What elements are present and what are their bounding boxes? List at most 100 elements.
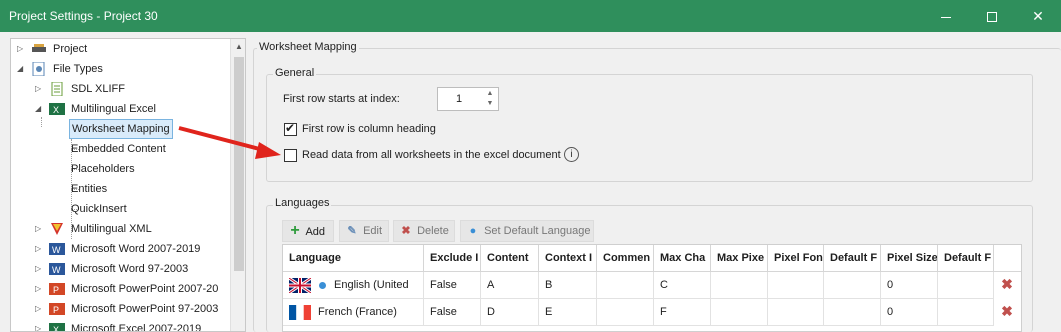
first-row-heading-checkbox[interactable]: ✔	[284, 121, 297, 136]
expand-arrow-icon[interactable]: ▷	[35, 319, 45, 331]
minimize-button[interactable]	[923, 0, 969, 32]
table-cell[interactable]: False	[424, 272, 481, 299]
remove-row-icon[interactable]: ✖	[999, 276, 1015, 293]
scrollbar-thumb[interactable]	[234, 57, 244, 271]
svg-text:W: W	[52, 265, 61, 275]
maximize-button[interactable]	[969, 0, 1015, 32]
table-cell[interactable]: B	[539, 272, 597, 299]
title-bar: Project Settings - Project 30 ✕	[0, 0, 1061, 32]
close-button[interactable]: ✕	[1015, 0, 1061, 32]
table-cell[interactable]	[938, 299, 994, 326]
table-cell[interactable]: F	[654, 299, 711, 326]
excel-icon: X	[49, 323, 65, 332]
set-default-language-button[interactable]: ● Set Default Language	[460, 220, 594, 242]
column-header[interactable]: Pixel Size	[881, 245, 938, 272]
dot-icon: ●	[469, 225, 477, 237]
language-cell[interactable]: English (United	[283, 272, 424, 299]
expand-arrow-icon[interactable]: ▷	[35, 259, 45, 279]
uk-flag-icon	[289, 278, 311, 293]
plus-icon: +	[290, 222, 300, 239]
table-cell[interactable]	[824, 299, 881, 326]
table-cell[interactable]: E	[539, 299, 597, 326]
table-cell[interactable]	[768, 299, 824, 326]
column-header[interactable]: Default F	[938, 245, 994, 272]
pencil-icon: ✎	[347, 225, 357, 237]
languages-table: Language Exclude I Content Context I Com…	[282, 244, 1022, 332]
table-cell[interactable]	[938, 272, 994, 299]
column-header[interactable]: Language	[283, 245, 424, 272]
settings-tree: ▷ Project ◢ File Types ▷ SDL XLIFF ◢ X M…	[10, 38, 246, 332]
svg-text:P: P	[53, 285, 59, 295]
annotation-arrow-icon	[178, 126, 281, 159]
table-cell[interactable]: 0	[881, 272, 938, 299]
default-language-icon	[319, 282, 326, 289]
delete-icon: ✖	[401, 225, 411, 237]
column-header[interactable]: Commen	[597, 245, 654, 272]
column-header[interactable]: Pixel Fon	[768, 245, 824, 272]
xliff-file-icon	[51, 82, 63, 96]
expand-arrow-icon[interactable]: ▷	[17, 39, 27, 59]
tree-scrollbar[interactable]: ▲	[230, 39, 245, 331]
svg-text:X: X	[53, 325, 59, 332]
window-title: Project Settings - Project 30	[9, 9, 158, 23]
language-cell[interactable]: French (France)	[283, 299, 424, 326]
excel-icon: X	[49, 103, 65, 115]
collapse-arrow-icon[interactable]: ◢	[35, 99, 45, 119]
first-row-index-value: 1	[456, 93, 463, 105]
table-cell[interactable]	[768, 272, 824, 299]
read-all-worksheets-label: Read data from all worksheets in the exc…	[302, 149, 561, 161]
spin-down-icon[interactable]: ▼	[484, 99, 496, 109]
table-cell[interactable]	[711, 272, 768, 299]
powerpoint-icon: P	[49, 303, 65, 315]
table-cell[interactable]	[597, 299, 654, 326]
france-flag-icon	[289, 305, 311, 320]
word-icon: W	[49, 263, 65, 275]
scroll-up-icon[interactable]: ▲	[231, 39, 245, 55]
expand-arrow-icon[interactable]: ▷	[35, 299, 45, 319]
column-header[interactable]: Max Cha	[654, 245, 711, 272]
page-title-label: Worksheet Mapping	[257, 41, 359, 53]
svg-text:W: W	[52, 245, 61, 255]
maximize-icon	[987, 12, 997, 23]
file-types-icon	[32, 62, 45, 76]
table-cell[interactable]: 0	[881, 299, 938, 326]
info-icon[interactable]: i	[564, 147, 579, 162]
expand-arrow-icon[interactable]: ▷	[35, 279, 45, 299]
table-cell[interactable]	[824, 272, 881, 299]
first-row-index-stepper[interactable]: 1 ▲ ▼	[437, 87, 499, 111]
column-header[interactable]: Content	[481, 245, 539, 272]
column-header[interactable]: Max Pixe	[711, 245, 768, 272]
powerpoint-icon: P	[49, 283, 65, 295]
expand-arrow-icon[interactable]: ▷	[35, 219, 45, 239]
spin-up-icon[interactable]: ▲	[484, 89, 496, 99]
table-cell[interactable]: C	[654, 272, 711, 299]
add-language-button[interactable]: + Add	[282, 220, 334, 242]
read-all-worksheets-checkbox[interactable]	[284, 149, 297, 162]
table-cell[interactable]: A	[481, 272, 539, 299]
languages-group-label: Languages	[273, 197, 332, 209]
edit-language-button[interactable]: ✎ Edit	[339, 220, 389, 242]
expand-arrow-icon[interactable]: ▷	[35, 79, 45, 99]
collapse-arrow-icon[interactable]: ◢	[17, 59, 27, 79]
xml-badge-icon	[51, 223, 63, 235]
close-icon: ✕	[1032, 8, 1044, 24]
first-row-label: First row starts at index:	[283, 93, 400, 105]
first-row-heading-label: First row is column heading	[302, 123, 436, 135]
svg-text:P: P	[53, 305, 59, 315]
minimize-icon	[941, 16, 951, 18]
delete-language-button[interactable]: ✖ Delete	[393, 220, 455, 242]
table-cell[interactable]: D	[481, 299, 539, 326]
word-icon: W	[49, 243, 65, 255]
remove-row-icon[interactable]: ✖	[999, 303, 1015, 320]
column-header[interactable]: Default F	[824, 245, 881, 272]
svg-text:X: X	[53, 105, 59, 115]
column-header-actions	[994, 245, 1021, 272]
table-cell[interactable]	[597, 272, 654, 299]
project-icon	[32, 44, 46, 52]
column-header[interactable]: Exclude I	[424, 245, 481, 272]
expand-arrow-icon[interactable]: ▷	[35, 239, 45, 259]
table-cell[interactable]: False	[424, 299, 481, 326]
checkmark-icon: ✔	[285, 121, 296, 135]
table-cell[interactable]	[711, 299, 768, 326]
column-header[interactable]: Context I	[539, 245, 597, 272]
